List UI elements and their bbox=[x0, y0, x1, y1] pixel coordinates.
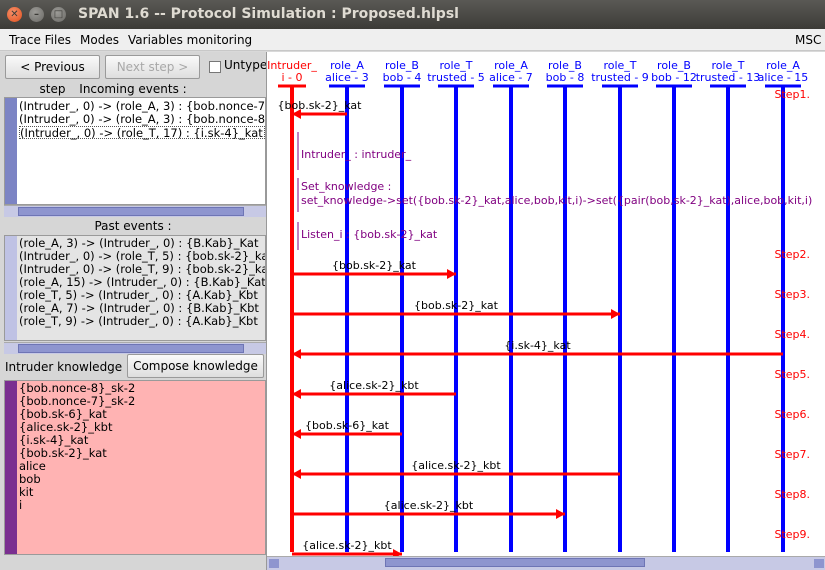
state-box-text: Set_knowledge : bbox=[301, 180, 391, 193]
lifeline-name-label: trusted - 9 bbox=[591, 71, 649, 84]
step-label: Step1. bbox=[774, 88, 810, 101]
incoming-event-item[interactable]: (Intruder_, 0) -> (role_A, 3) : {bob.non… bbox=[5, 113, 265, 126]
message-label: {bob.sk-2}_kat bbox=[278, 99, 363, 112]
scroll-right-arrow[interactable] bbox=[814, 559, 824, 568]
menu-modes[interactable]: Modes bbox=[80, 33, 119, 47]
step-label: Step9. bbox=[774, 528, 810, 541]
msc-hscroll-thumb[interactable] bbox=[385, 558, 645, 567]
menu-variables-monitoring[interactable]: Variables monitoring bbox=[128, 33, 252, 47]
close-window-button[interactable]: ✕ bbox=[7, 7, 22, 22]
lifeline-name-label: alice - 15 bbox=[758, 71, 809, 84]
lifeline-name-label: i - 0 bbox=[281, 71, 302, 84]
step-label: Step7. bbox=[774, 448, 810, 461]
state-box-text: set_knowledge->set({bob.sk-2}_kat,alice,… bbox=[301, 194, 812, 207]
menu-msc-label: MSC bbox=[795, 33, 822, 47]
message-label: {alice.sk-2}_kbt bbox=[411, 459, 501, 472]
step-label: Step8. bbox=[774, 488, 810, 501]
menu-trace-files[interactable]: Trace Files bbox=[9, 33, 71, 47]
lifeline-name-label: alice - 3 bbox=[325, 71, 369, 84]
msc-diagram: Intruder_i - 0role_Aalice - 3role_Bbob -… bbox=[267, 59, 812, 556]
lifeline-name-label: alice - 7 bbox=[489, 71, 533, 84]
step-label: Step3. bbox=[774, 288, 810, 301]
step-label: Step6. bbox=[774, 408, 810, 421]
previous-step-button[interactable]: < Previous step bbox=[5, 55, 100, 96]
message-label: {bob.sk-2}_kat bbox=[332, 259, 417, 272]
incoming-events-hscroll-thumb[interactable] bbox=[18, 207, 244, 216]
lifeline-name-label: bob - 12 bbox=[651, 71, 697, 84]
step-label: Step5. bbox=[774, 368, 810, 381]
incoming-event-item-selected[interactable]: (Intruder_, 0) -> (role_T, 17) : {i.sk-4… bbox=[19, 126, 265, 140]
next-step-button[interactable]: Next step > bbox=[105, 55, 200, 79]
minimize-window-button[interactable]: – bbox=[29, 7, 44, 22]
message-label: {i.sk-4}_kat bbox=[504, 339, 571, 352]
title-bar: ✕ – □ SPAN 1.6 -- Protocol Simulation : … bbox=[0, 0, 825, 29]
scroll-left-arrow[interactable] bbox=[269, 559, 279, 568]
incoming-events-list[interactable]: (Intruder_, 0) -> (role_A, 3) : {bob.non… bbox=[4, 97, 266, 205]
message-label: {bob.sk-2}_kat bbox=[414, 299, 499, 312]
past-event-item[interactable]: (role_T, 9) -> (Intruder_, 0) : {A.Kab}_… bbox=[5, 315, 265, 328]
msc-panel: Intruder_ i - 0 role_A alice - 3 role_B bob -… bbox=[266, 52, 825, 570]
step-label: Step2. bbox=[774, 248, 810, 261]
maximize-window-button[interactable]: □ bbox=[51, 7, 66, 22]
incoming-events-hscrollbar[interactable] bbox=[4, 205, 266, 217]
lifeline-name-label: bob - 8 bbox=[546, 71, 585, 84]
intruder-knowledge-list[interactable]: {bob.nonce-8}_sk-2 {bob.nonce-7}_sk-2 {b… bbox=[4, 380, 266, 555]
untype-checkbox[interactable] bbox=[209, 61, 221, 73]
compose-knowledge-button[interactable]: Compose knowledge bbox=[127, 354, 264, 378]
intruder-knowledge-label: Intruder knowledge : bbox=[5, 360, 131, 374]
message-label: {alice.sk-2}_kbt bbox=[329, 379, 419, 392]
knowledge-item[interactable]: alice bbox=[5, 460, 265, 473]
past-events-hscroll-thumb[interactable] bbox=[18, 344, 244, 353]
window-title: SPAN 1.6 -- Protocol Simulation : Propos… bbox=[78, 6, 459, 22]
message-label: {alice.sk-2}_kbt bbox=[384, 499, 474, 512]
lifeline-name-label: bob - 4 bbox=[383, 71, 422, 84]
message-label: {alice.sk-2}_kbt bbox=[302, 539, 392, 552]
knowledge-item[interactable]: i bbox=[5, 499, 265, 512]
knowledge-item[interactable]: bob bbox=[5, 473, 265, 486]
intruder-knowledge-gutter bbox=[5, 381, 17, 554]
incoming-events-label: Incoming events : bbox=[79, 82, 187, 96]
lifeline-name-label: trusted - 13 bbox=[696, 71, 761, 84]
past-events-hscrollbar[interactable] bbox=[4, 342, 266, 354]
lifeline-name-label: trusted - 5 bbox=[427, 71, 485, 84]
past-events-gutter bbox=[5, 236, 17, 340]
past-events-label: Past events : bbox=[94, 219, 172, 233]
step-label: Step4. bbox=[774, 328, 810, 341]
untype-label: Untype bbox=[224, 58, 268, 72]
menu-bar: Trace Files Modes Variables monitoring M… bbox=[0, 29, 825, 51]
message-label: {bob.sk-6}_kat bbox=[305, 419, 390, 432]
state-box-text: Intruder_ : intruder_ bbox=[301, 148, 412, 161]
left-panel: < Previous step Next step > Untype Incom… bbox=[0, 52, 268, 570]
past-events-list[interactable]: (role_A, 3) -> (Intruder_, 0) : {B.Kab}_… bbox=[4, 235, 266, 341]
knowledge-item[interactable]: kit bbox=[5, 486, 265, 499]
msc-hscrollbar[interactable] bbox=[267, 556, 825, 570]
incoming-events-gutter bbox=[5, 98, 17, 204]
state-box-text: Listen_i : {bob.sk-2}_kat bbox=[301, 228, 438, 241]
